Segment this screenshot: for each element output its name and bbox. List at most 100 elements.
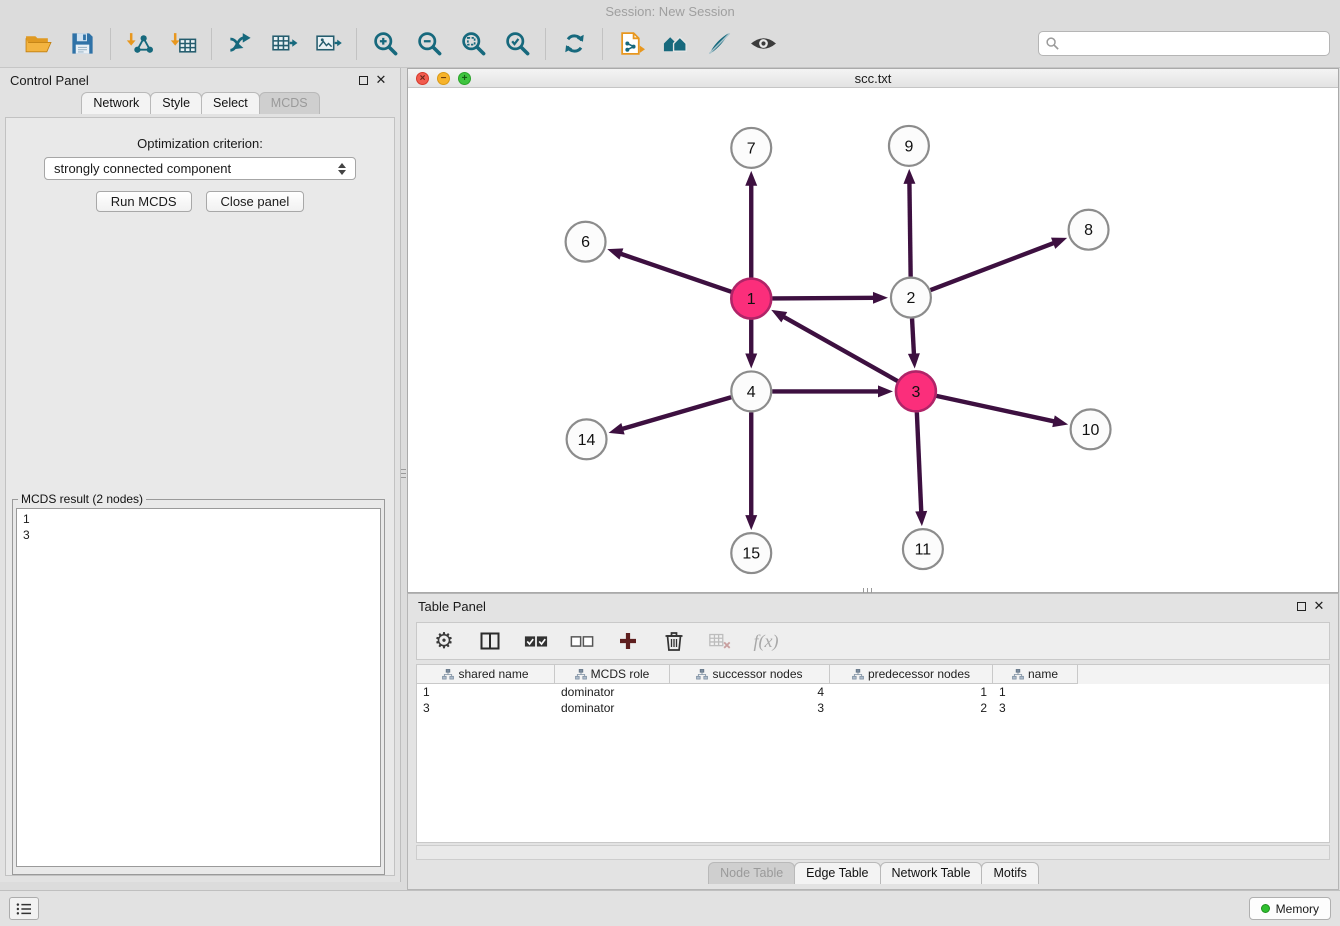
select-all-icon[interactable] xyxy=(523,628,549,654)
graph-edge-4-14[interactable] xyxy=(621,397,731,429)
tab-network-table[interactable]: Network Table xyxy=(880,862,983,884)
trash-icon[interactable] xyxy=(661,628,687,654)
main-toolbar-groups xyxy=(10,28,791,60)
optimization-label: Optimization criterion: xyxy=(0,136,400,151)
close-panel-button[interactable]: Close panel xyxy=(206,191,305,212)
graph-edge-arrowhead xyxy=(771,310,787,323)
graph-node-label-6: 6 xyxy=(581,234,590,251)
table-cell[interactable]: 1 xyxy=(417,685,555,699)
table-header-row: shared nameMCDS rolesuccessor nodesprede… xyxy=(417,665,1329,684)
table-panel-title: Table Panel xyxy=(418,599,486,614)
column-header-predecessor-nodes[interactable]: predecessor nodes xyxy=(830,665,993,684)
graph-edge-3-10[interactable] xyxy=(936,396,1055,422)
tab-edge-table[interactable]: Edge Table xyxy=(794,862,880,884)
tab-select[interactable]: Select xyxy=(201,92,260,114)
style-brush-icon[interactable] xyxy=(703,28,735,60)
function-icon: f(x) xyxy=(753,628,779,654)
table-cell[interactable]: 1 xyxy=(993,685,1078,699)
window-close-icon[interactable]: × xyxy=(416,72,429,85)
graph-node-label-3: 3 xyxy=(911,384,920,401)
graph-edge-3-11[interactable] xyxy=(917,412,921,513)
optimization-select[interactable]: strongly connected component xyxy=(44,157,356,180)
export-table-icon[interactable] xyxy=(268,28,300,60)
vertical-splitter-grip[interactable] xyxy=(401,458,406,488)
table-cell[interactable]: dominator xyxy=(555,701,670,715)
table-cell[interactable]: 3 xyxy=(993,701,1078,715)
column-header-mcds-role[interactable]: MCDS role xyxy=(555,665,670,684)
graph-edge-1-6[interactable] xyxy=(620,253,732,291)
graph-edge-2-8[interactable] xyxy=(931,243,1056,291)
graph-edge-3-1[interactable] xyxy=(783,316,898,381)
memory-button[interactable]: Memory xyxy=(1249,897,1331,920)
import-network-icon[interactable] xyxy=(123,28,155,60)
float-panel-icon[interactable] xyxy=(354,71,372,89)
select-spinner-icon xyxy=(338,163,346,175)
gear-icon[interactable]: ⚙ xyxy=(431,628,457,654)
graph-node-label-9: 9 xyxy=(904,138,913,155)
task-history-button[interactable] xyxy=(9,897,39,920)
table-row[interactable]: 1dominator411 xyxy=(417,684,1329,700)
graph-edge-2-9[interactable] xyxy=(909,182,910,277)
mcds-result-title: MCDS result (2 nodes) xyxy=(18,492,146,506)
main-toolbar xyxy=(0,20,1340,68)
table-cell[interactable]: 3 xyxy=(417,701,555,715)
zoom-fit-icon[interactable] xyxy=(457,28,489,60)
graph-edge-arrowhead xyxy=(915,511,927,526)
deselect-all-icon[interactable] xyxy=(569,628,595,654)
float-table-panel-icon[interactable] xyxy=(1292,597,1310,615)
table-cell[interactable]: dominator xyxy=(555,685,670,699)
zoom-selected-icon[interactable] xyxy=(501,28,533,60)
run-mcds-button[interactable]: Run MCDS xyxy=(96,191,192,212)
search-input[interactable] xyxy=(1060,37,1323,51)
eye-icon[interactable] xyxy=(747,28,779,60)
delete-table-icon xyxy=(707,628,733,654)
network-share-icon[interactable] xyxy=(224,28,256,60)
graph-node-label-4: 4 xyxy=(747,384,756,401)
graph-edge-2-3[interactable] xyxy=(912,319,914,356)
mac-window-buttons: ×−+ xyxy=(416,72,471,85)
open-folder-icon[interactable] xyxy=(22,28,54,60)
clone-network-icon[interactable] xyxy=(615,28,647,60)
column-header-successor-nodes[interactable]: successor nodes xyxy=(670,665,830,684)
add-icon[interactable] xyxy=(615,628,641,654)
window-zoom-icon[interactable]: + xyxy=(458,72,471,85)
table-panel: Table Panel ✕ ⚙ f(x) shared nameMCDS role… xyxy=(407,593,1339,890)
zoom-out-icon[interactable] xyxy=(413,28,445,60)
column-header-name[interactable]: name xyxy=(993,665,1078,684)
import-table-icon[interactable] xyxy=(167,28,199,60)
table-row[interactable]: 3dominator323 xyxy=(417,700,1329,716)
mcds-result-list[interactable]: 13 xyxy=(16,508,381,867)
network-window-titlebar[interactable]: ×−+ scc.txt xyxy=(408,69,1338,88)
graph-node-label-14: 14 xyxy=(578,432,596,449)
export-image-icon[interactable] xyxy=(312,28,344,60)
graph-edge-1-2[interactable] xyxy=(772,298,875,299)
tab-style[interactable]: Style xyxy=(150,92,202,114)
mcds-result-line: 3 xyxy=(23,527,374,543)
table-cell[interactable]: 2 xyxy=(830,701,993,715)
table-cell[interactable]: 1 xyxy=(830,685,993,699)
column-header-shared-name[interactable]: shared name xyxy=(417,665,555,684)
zoom-in-icon[interactable] xyxy=(369,28,401,60)
close-table-panel-icon[interactable]: ✕ xyxy=(1310,597,1328,615)
tab-network[interactable]: Network xyxy=(81,92,151,114)
table-horizontal-scrollbar[interactable] xyxy=(416,845,1330,860)
refresh-icon[interactable] xyxy=(558,28,590,60)
home-layout-icon[interactable] xyxy=(659,28,691,60)
graph-node-label-2: 2 xyxy=(906,290,915,307)
tab-motifs[interactable]: Motifs xyxy=(981,862,1038,884)
save-icon[interactable] xyxy=(66,28,98,60)
network-graph[interactable]: 7968124314101511 xyxy=(408,88,1338,592)
table-cell[interactable]: 3 xyxy=(670,701,830,715)
tab-mcds[interactable]: MCDS xyxy=(259,92,320,114)
close-panel-icon[interactable]: ✕ xyxy=(372,71,390,89)
tab-node-table[interactable]: Node Table xyxy=(708,862,795,884)
graph-canvas[interactable]: 7968124314101511 xyxy=(408,88,1338,592)
graph-node-label-8: 8 xyxy=(1084,222,1093,239)
search-input-wrap[interactable] xyxy=(1038,31,1330,56)
graph-node-label-11: 11 xyxy=(915,542,932,559)
graph-node-label-10: 10 xyxy=(1082,422,1100,439)
split-panel-icon[interactable] xyxy=(477,628,503,654)
table-cell[interactable]: 4 xyxy=(670,685,830,699)
graph-edge-arrowhead xyxy=(609,423,625,434)
window-minimize-icon[interactable]: − xyxy=(437,72,450,85)
